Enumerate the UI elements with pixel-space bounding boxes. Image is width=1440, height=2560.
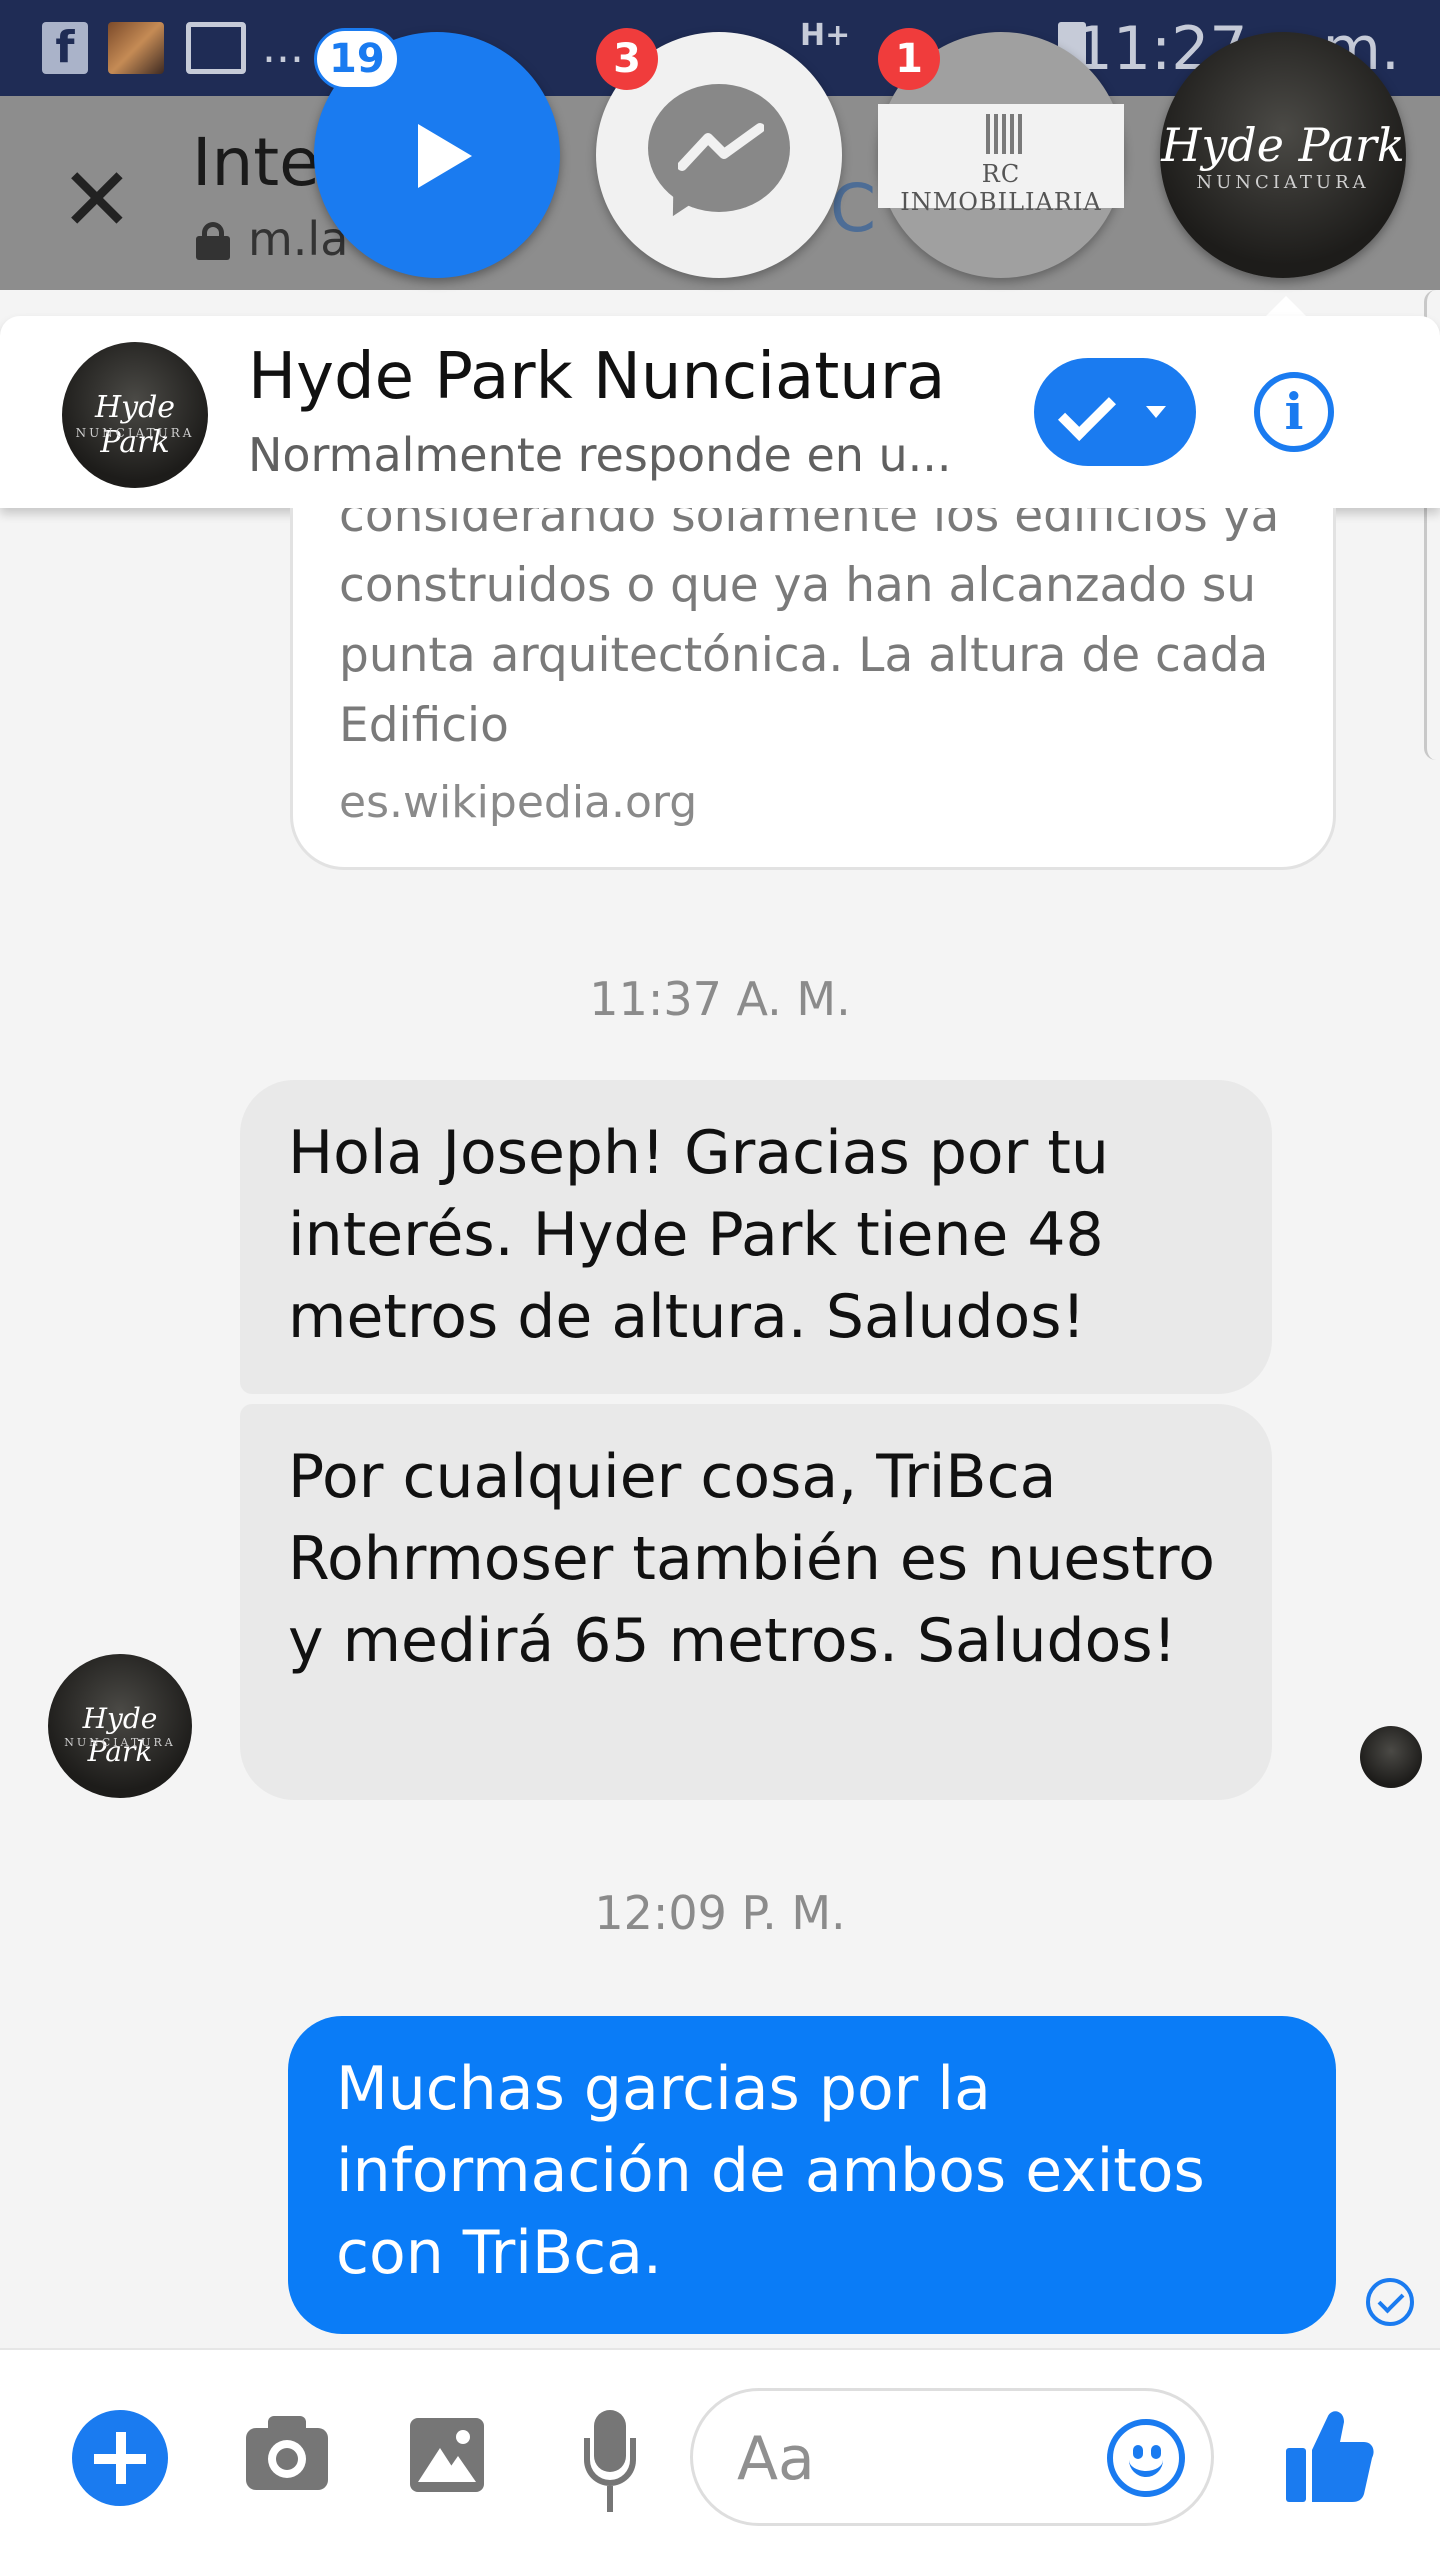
incoming-message[interactable]: Hola Joseph! Gracias por tu interés. Hyd…	[240, 1080, 1272, 1394]
link-preview-text: considerando solamente los edificios ya …	[339, 508, 1280, 753]
browser-page-title: Inte	[192, 124, 320, 201]
message-timestamp: 12:09 P. M.	[594, 1886, 846, 1940]
outgoing-message[interactable]: Muchas garcias por la información de amb…	[288, 2016, 1336, 2334]
message-timestamp: 11:37 A. M.	[589, 972, 851, 1026]
link-preview-domain: es.wikipedia.org	[339, 777, 698, 828]
thumbs-up-icon[interactable]	[1284, 2406, 1374, 2506]
emoji-icon[interactable]	[1107, 2419, 1185, 2497]
network-type-indicator: H+	[800, 18, 851, 53]
camera-icon[interactable]	[246, 2416, 328, 2490]
conversation-avatar[interactable]: Hyde Park NUNCIATURA	[62, 342, 208, 488]
contact-notification-icon	[108, 22, 164, 74]
message-list[interactable]: considerando solamente los edificios ya …	[0, 508, 1440, 2348]
sender-avatar[interactable]: Hyde Park NUNCIATURA	[48, 1654, 192, 1798]
more-notifications-indicator: ...	[262, 22, 304, 73]
unread-badge: 1	[878, 28, 940, 90]
conversation-name[interactable]: Hyde Park Nunciatura	[248, 340, 945, 414]
link-preview-card[interactable]: considerando solamente los edificios ya …	[290, 508, 1336, 870]
info-button[interactable]: i	[1254, 372, 1334, 452]
mark-done-button[interactable]	[1034, 358, 1196, 466]
chat-head-hyde-park[interactable]: Hyde Park NUNCIATURA	[1160, 32, 1406, 278]
gallery-icon[interactable]	[410, 2418, 484, 2492]
mail-notification-icon	[186, 22, 246, 74]
lock-icon	[196, 222, 230, 260]
unread-badge: 3	[596, 28, 658, 90]
rc-logo-text: RC INMOBILIARIA	[900, 160, 1102, 216]
message-input-container[interactable]	[690, 2388, 1214, 2526]
chat-head-rc-inmobiliaria[interactable]: RC INMOBILIARIA 1	[878, 28, 1124, 278]
unread-badge: 19	[314, 28, 400, 90]
hyde-park-logo-subtext: NUNCIATURA	[1196, 172, 1370, 193]
hyde-park-logo-text: Hyde Park	[1161, 118, 1405, 172]
chat-head-messenger[interactable]: 3	[596, 28, 842, 278]
chat-head-video[interactable]: 19	[314, 28, 560, 278]
close-icon[interactable]: ✕	[60, 156, 134, 244]
seen-receipt-avatar	[1360, 1726, 1422, 1788]
sent-check-icon	[1366, 2278, 1414, 2326]
incoming-message[interactable]: Por cualquier cosa, TriBca Rohrmoser tam…	[240, 1404, 1272, 1800]
conversation-subtitle: Normalmente responde en u...	[248, 428, 952, 482]
check-icon	[1058, 383, 1116, 441]
facebook-notification-icon: f	[42, 22, 88, 74]
play-icon	[418, 124, 472, 188]
microphone-icon[interactable]	[584, 2410, 636, 2520]
building-logo-icon	[986, 114, 1026, 154]
message-input[interactable]	[737, 2421, 1057, 2497]
messenger-bolt-icon	[678, 123, 764, 171]
message-composer	[0, 2348, 1440, 2560]
more-actions-button[interactable]	[72, 2410, 168, 2506]
chevron-down-icon	[1146, 406, 1166, 418]
